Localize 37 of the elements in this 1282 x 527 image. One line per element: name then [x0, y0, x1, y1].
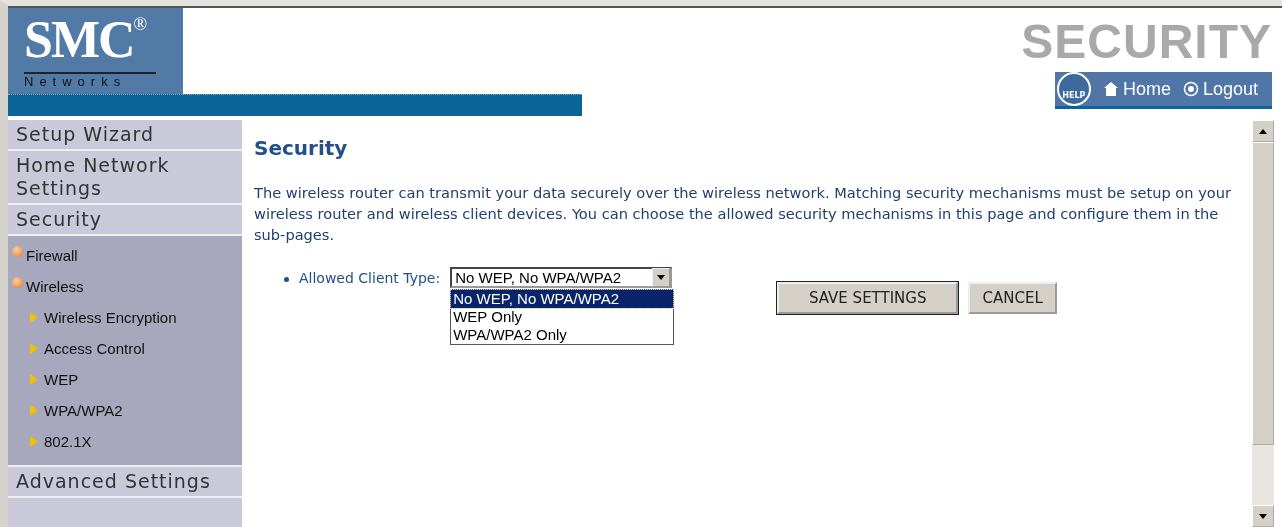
dropdown-option[interactable]: No WEP, No WPA/WPA2 [451, 290, 674, 308]
save-button[interactable]: SAVE SETTINGS [777, 282, 959, 314]
scroll-up-icon[interactable] [1252, 120, 1274, 142]
help-button[interactable]: HELP [1056, 72, 1091, 106]
bullet-icon [12, 277, 23, 288]
scroll-down-icon[interactable] [1252, 505, 1274, 527]
sidebar-link[interactable]: WPA/WPA2 [8, 395, 242, 426]
logo: SMC$^{®}$ Networks [8, 8, 183, 94]
house-icon [1102, 81, 1119, 97]
triangle-icon [30, 405, 38, 416]
sidebar-section[interactable]: Advanced Settings [8, 467, 242, 498]
sidebar-link[interactable]: Firewall [8, 240, 242, 271]
page-title: Security [254, 136, 349, 160]
sidebar-link[interactable]: WEP [8, 364, 242, 395]
bullet-icon [12, 246, 23, 257]
power-icon [1182, 81, 1199, 97]
scrollbar[interactable] [1252, 120, 1274, 527]
sidebar-link[interactable]: Wireless [8, 271, 242, 302]
sidebar-link[interactable]: Access Control [8, 333, 242, 364]
page-heading: SECURITY [1021, 16, 1272, 68]
bullet-icon [284, 277, 289, 282]
triangle-icon [30, 343, 38, 354]
field-label: Allowed Client Type: [299, 270, 441, 286]
nav-link[interactable]: Logout [1182, 78, 1258, 100]
sidebar-link[interactable]: Wireless Encryption [8, 302, 242, 333]
description: The wireless router can transmit your data securely over the wireless network. Matching security mechanisms must be setup on your wireless router and wireless client devices. You can choose the allowed security mechanisms in this page and configure them in the sub-pages. [254, 183, 1232, 245]
sidebar-section[interactable]: Setup Wizard [8, 120, 242, 151]
client-type-select[interactable]: No WEP, No WPA/WPA2 [450, 267, 673, 288]
triangle-icon [30, 312, 38, 323]
sidebar-section[interactable]: Home Network Settings [8, 151, 242, 205]
nav-link[interactable]: Home [1102, 78, 1171, 100]
triangle-icon [30, 436, 38, 447]
scroll-thumb[interactable] [1252, 142, 1274, 445]
triangle-icon [30, 374, 38, 385]
cancel-button[interactable]: CANCEL [968, 282, 1057, 314]
caret-icon [652, 268, 671, 287]
sidebar-link[interactable]: 802.1X [8, 426, 242, 457]
